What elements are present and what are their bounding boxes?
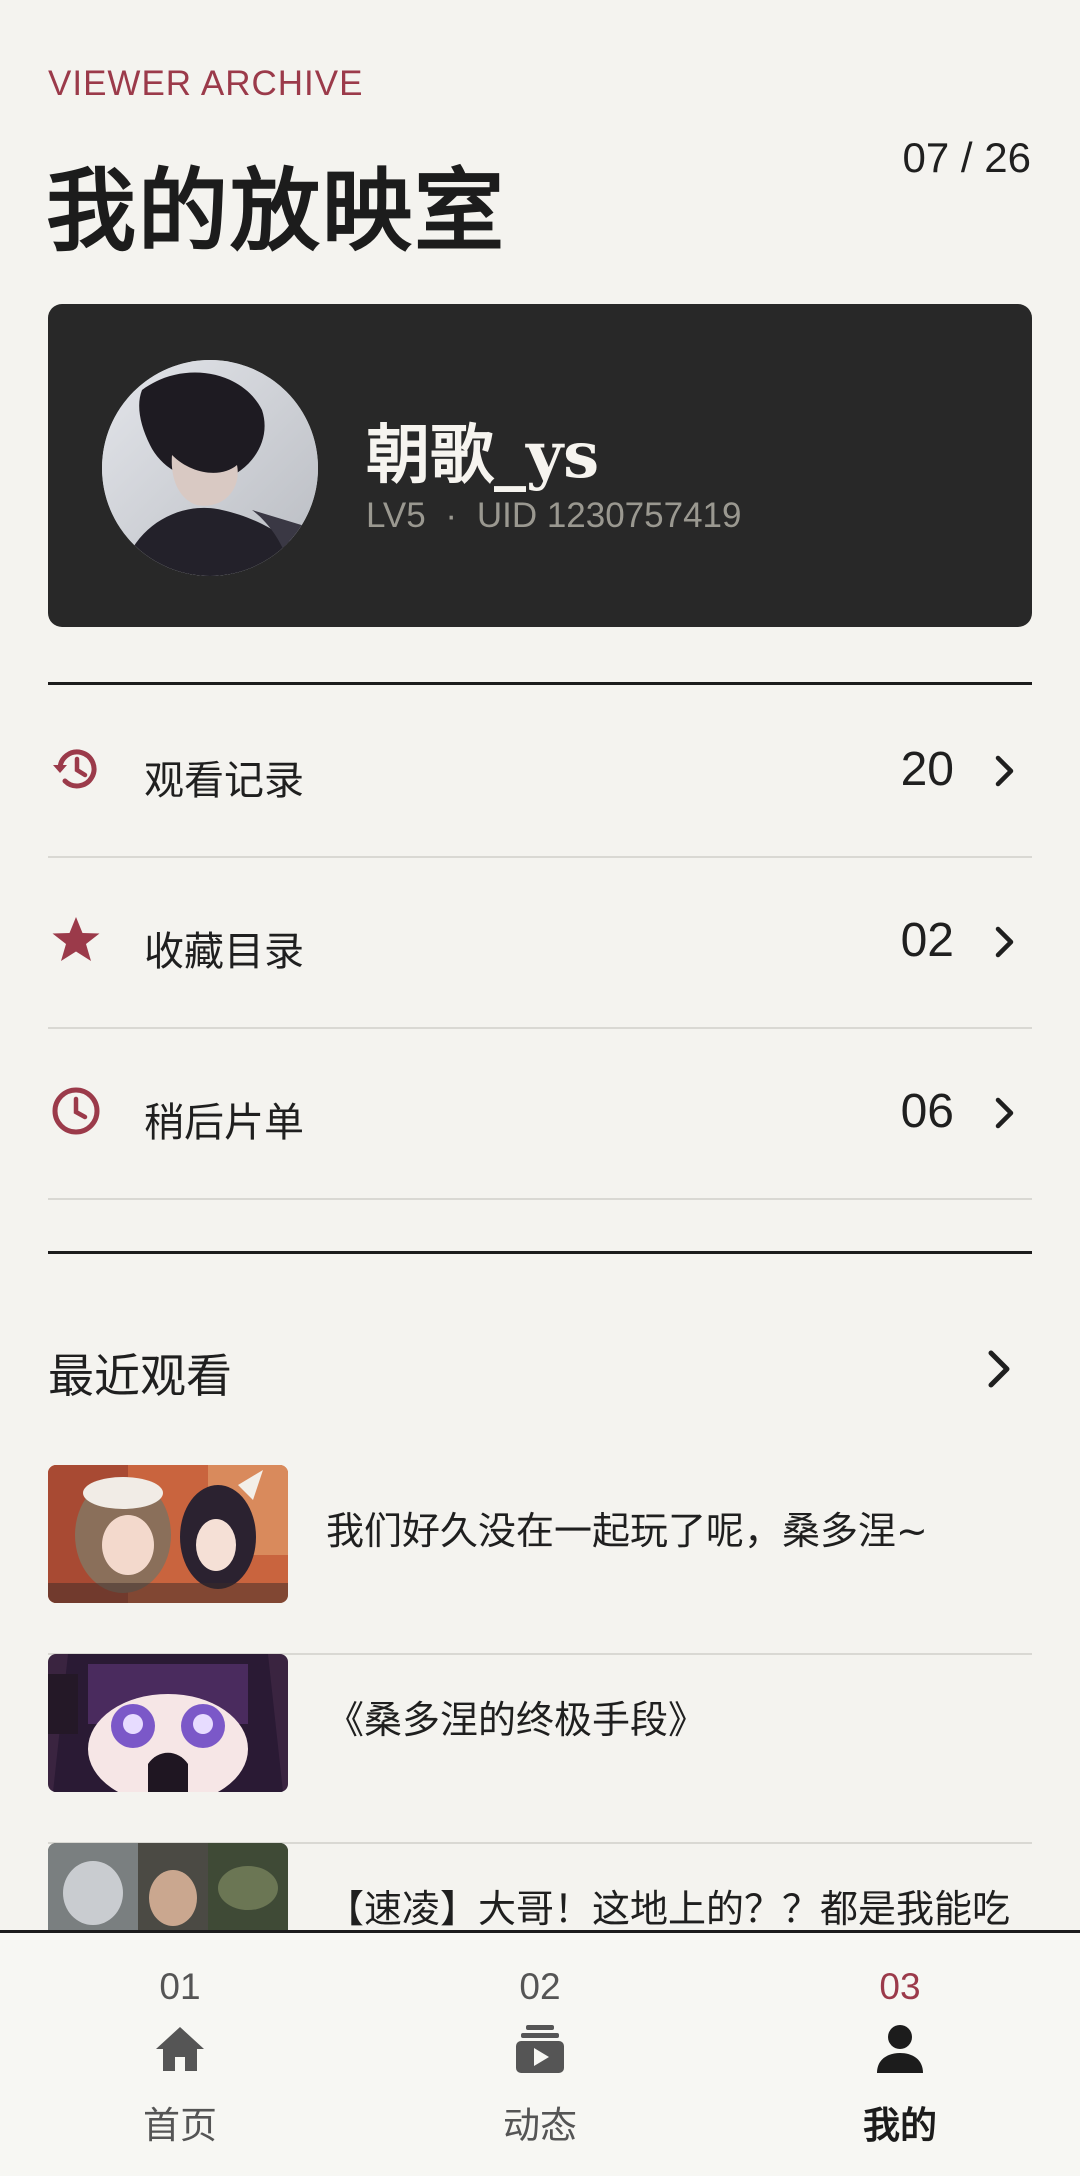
chevron-right-icon	[992, 925, 1018, 959]
menu-count: 20	[900, 743, 954, 796]
clock-icon	[50, 1085, 102, 1137]
menu-item-history[interactable]: 观看记录 20	[48, 686, 1032, 858]
avatar[interactable]	[102, 360, 318, 576]
feed-icon	[514, 2023, 566, 2075]
tab-number: 03	[879, 1966, 921, 2007]
video-title: 【速凌】大哥！这地上的？？都是我能吃的吗？？？	[326, 1887, 1011, 1930]
see-all-chevron-icon[interactable]	[984, 1348, 1014, 1390]
video-thumbnail	[48, 1465, 288, 1603]
date-label: 07 / 26	[902, 134, 1031, 181]
tab-me[interactable]: 03 我的	[720, 1933, 1080, 2176]
meta-separator: ·	[445, 496, 458, 535]
video-thumbnail	[48, 1843, 288, 1930]
top-divider	[48, 682, 1032, 685]
list-item[interactable]: 我们好久没在一起玩了呢，桑多涅~	[48, 1465, 1032, 1655]
uid-label: UID 1230757419	[476, 496, 742, 535]
menu-count: 02	[900, 914, 954, 967]
history-icon	[50, 743, 102, 795]
chevron-right-icon	[992, 1096, 1018, 1130]
tab-label: 首页	[143, 2104, 217, 2147]
star-icon	[50, 914, 102, 966]
page-content: VIEWER ARCHIVE 我的放映室 07 / 26 朝歌_ys LV5 ·…	[0, 0, 1080, 1930]
section-title-recent: 最近观看	[48, 1349, 232, 1403]
tab-number: 02	[519, 1966, 561, 2007]
menu-label: 收藏目录	[144, 929, 304, 975]
list-item[interactable]: 《桑多涅的终极手段》	[48, 1654, 1032, 1844]
profile-card[interactable]: 朝歌_ys LV5 · UID 1230757419	[48, 304, 1032, 627]
level-label: LV5	[366, 496, 426, 535]
menu-label: 稍后片单	[144, 1100, 304, 1146]
tab-home[interactable]: 01 首页	[0, 1933, 360, 2176]
page-eyebrow: VIEWER ARCHIVE	[48, 64, 364, 103]
menu-item-watch-later[interactable]: 稍后片单 06	[48, 1028, 1032, 1200]
home-icon	[154, 2023, 206, 2075]
page-title: 我的放映室	[46, 158, 506, 264]
video-thumbnail	[48, 1654, 288, 1792]
video-title: 我们好久没在一起玩了呢，桑多涅~	[326, 1509, 928, 1553]
tab-number: 01	[159, 1966, 201, 2007]
username: 朝歌_ys	[366, 418, 600, 493]
video-title: 《桑多涅的终极手段》	[326, 1698, 707, 1742]
profile-meta: LV5 · UID 1230757419	[366, 496, 741, 536]
user-icon	[874, 2023, 926, 2075]
tab-label: 我的	[863, 2104, 937, 2147]
menu-item-favorites[interactable]: 收藏目录 02	[48, 857, 1032, 1029]
section-divider	[48, 1251, 1032, 1254]
menu-label: 观看记录	[144, 758, 304, 804]
menu-count: 06	[900, 1085, 954, 1138]
list-item[interactable]: 【速凌】大哥！这地上的？？都是我能吃的吗？？？	[48, 1843, 1032, 1930]
chevron-right-icon	[992, 754, 1018, 788]
tab-feed[interactable]: 02 动态	[360, 1933, 720, 2176]
tab-label: 动态	[503, 2104, 577, 2147]
bottom-tab-bar: 01 首页 02 动态 03 我的	[0, 1930, 1080, 2176]
